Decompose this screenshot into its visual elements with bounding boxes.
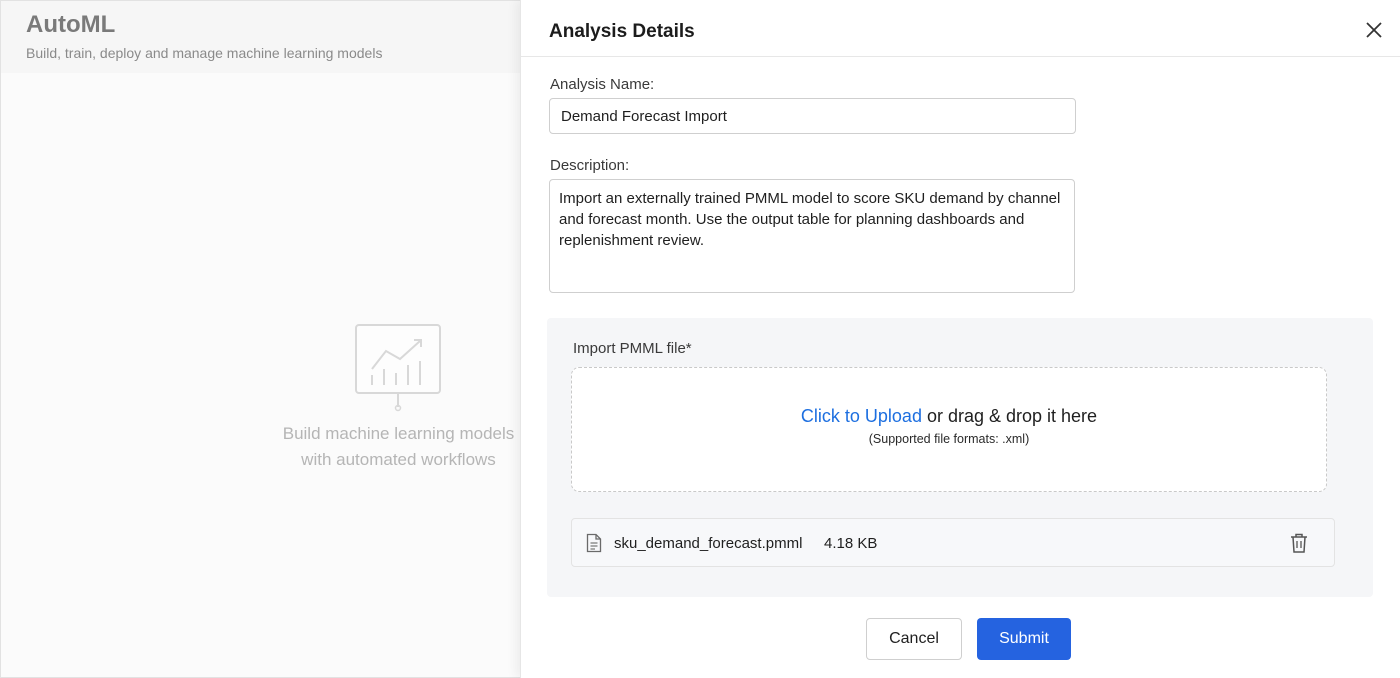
app-subtitle: Build, train, deploy and manage machine … [26, 45, 383, 61]
file-size: 4.18 KB [824, 535, 878, 552]
submit-button[interactable]: Submit [977, 618, 1071, 660]
panel-title: Analysis Details [549, 21, 695, 42]
app-title: AutoML [26, 11, 116, 38]
cancel-button[interactable]: Cancel [866, 618, 962, 660]
import-pmml-label: Import PMML file* [573, 340, 692, 357]
click-to-upload-link[interactable]: Click to Upload [801, 406, 922, 426]
file-dropzone[interactable]: Click to Upload or drag & drop it here (… [571, 367, 1327, 492]
analysis-name-input[interactable] [549, 98, 1076, 134]
supported-formats-text: (Supported file formats: .xml) [868, 432, 1030, 446]
uploaded-file-row: sku_demand_forecast.pmml 4.18 KB [571, 518, 1335, 567]
empty-state-line-1: Build machine learning models [282, 424, 515, 443]
drag-drop-text: or drag & drop it here [921, 406, 1098, 426]
empty-state-line-2: with automated workflows [301, 450, 496, 469]
close-icon[interactable] [1364, 20, 1384, 40]
file-name: sku_demand_forecast.pmml [614, 535, 803, 552]
description-label: Description: [550, 157, 630, 174]
panel-header: Analysis Details [521, 0, 1400, 57]
analysis-details-panel: Analysis Details Analysis Name: Descript… [520, 0, 1400, 678]
dropzone-text: Click to Upload or drag & drop it here [572, 406, 1326, 427]
description-textarea[interactable]: Import an externally trained PMML model … [549, 179, 1075, 293]
empty-state-text: Build machine learning models with autom… [261, 421, 536, 473]
chart-presentation-icon [354, 324, 441, 412]
document-icon [586, 533, 602, 553]
analysis-name-label: Analysis Name: [550, 76, 655, 93]
trash-icon[interactable] [1289, 532, 1309, 554]
empty-state: Build machine learning models with autom… [261, 323, 536, 473]
import-pmml-section: Import PMML file* Click to Upload or dra… [547, 318, 1373, 597]
